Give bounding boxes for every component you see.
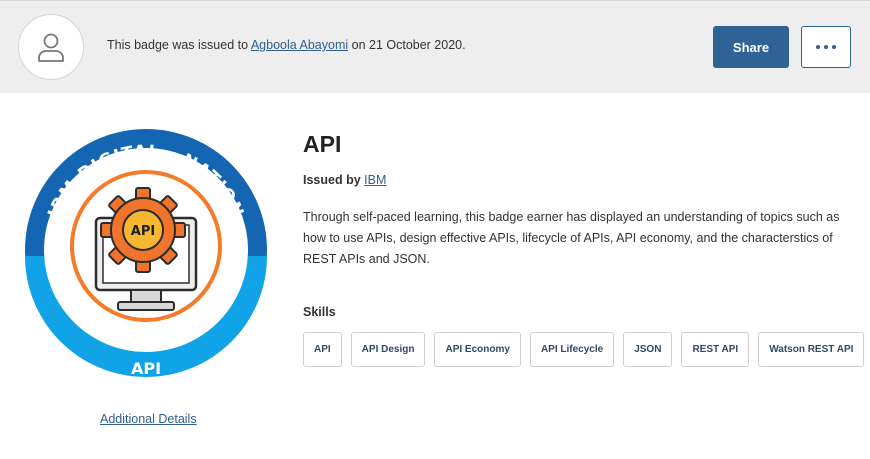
share-button[interactable]: Share — [713, 26, 789, 68]
issued-banner: This badge was issued to Agboola Abayomi… — [0, 0, 870, 93]
badge-image: IBM DIGITAL - NATION API API — [23, 126, 269, 383]
issued-prefix: This badge was issued to — [107, 38, 251, 52]
issuer-link[interactable]: IBM — [364, 173, 386, 187]
recipient-avatar — [18, 14, 84, 80]
issued-by: Issued by IBM — [303, 173, 386, 187]
ellipsis-dot — [832, 45, 836, 49]
ellipsis-dot — [824, 45, 828, 49]
user-icon — [38, 33, 64, 62]
additional-details-link[interactable]: Additional Details — [100, 412, 197, 426]
recipient-link[interactable]: Agboola Abayomi — [251, 38, 348, 52]
skills-list: API API Design API Economy API Lifecycle… — [303, 332, 865, 367]
skills-heading: Skills — [303, 305, 336, 319]
more-options-button[interactable] — [801, 26, 851, 68]
skill-tag[interactable]: Watson REST API — [758, 332, 865, 367]
ellipsis-icon — [816, 45, 820, 49]
badge-bottom-text: API — [131, 359, 161, 378]
issued-date: on 21 October 2020. — [348, 38, 466, 52]
badge-center-text: API — [131, 224, 155, 239]
issued-statement: This badge was issued to Agboola Abayomi… — [107, 38, 466, 52]
badge-description: Through self-paced learning, this badge … — [303, 210, 840, 266]
skill-tag[interactable]: API Design — [350, 332, 426, 367]
skill-tag[interactable]: API — [303, 332, 342, 367]
skill-tag[interactable]: REST API — [681, 332, 750, 367]
badge-title: API — [303, 131, 342, 157]
skill-tag[interactable]: API Lifecycle — [529, 332, 615, 367]
skill-tag[interactable]: API Economy — [434, 332, 521, 367]
skill-tag[interactable]: JSON — [623, 332, 673, 367]
issued-by-label: Issued by — [303, 173, 361, 187]
